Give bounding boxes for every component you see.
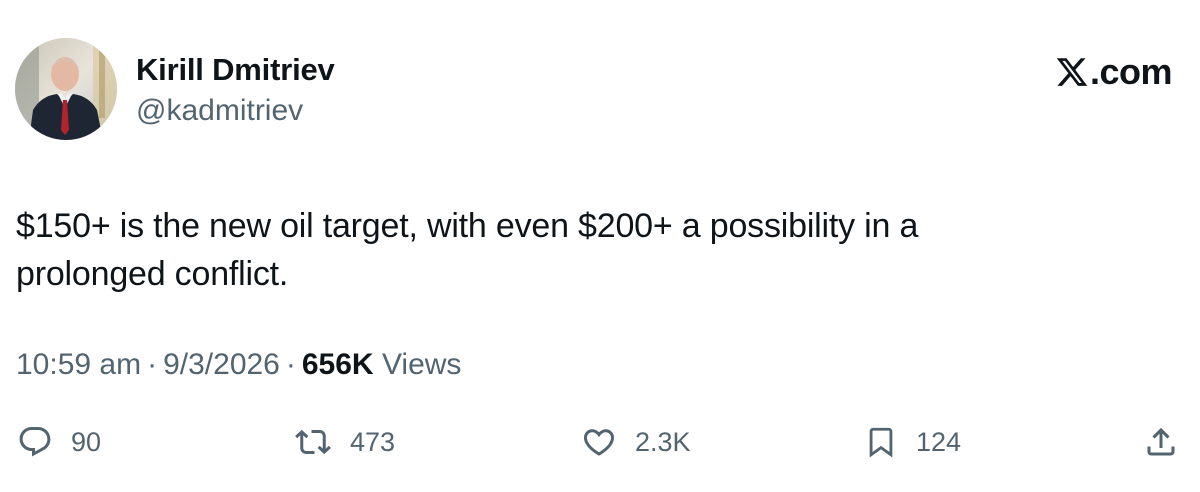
retweet-icon <box>294 424 332 460</box>
share-icon <box>1143 424 1179 460</box>
bookmark-button[interactable]: 124 <box>864 422 961 462</box>
tweet-card: Kirill Dmitriev @kadmitriev .com $150+ i… <box>0 0 1200 492</box>
retweet-count: 473 <box>350 426 396 457</box>
author-handle[interactable]: @kadmitriev <box>136 94 303 128</box>
tweet-time[interactable]: 10:59 am <box>16 348 141 381</box>
reply-count: 90 <box>71 426 102 457</box>
tweet-text: $150+ is the new oil target, with even $… <box>16 207 919 293</box>
tweet-date[interactable]: 9/3/2026 <box>163 348 280 381</box>
views-label: Views <box>381 348 462 381</box>
brand-text: .com <box>1089 51 1173 92</box>
bookmark-icon <box>864 424 898 460</box>
tweet-meta: 10:59 am · 9/3/2026 · 656K Views <box>16 348 461 382</box>
author-name[interactable]: Kirill Dmitriev <box>136 52 335 88</box>
avatar[interactable] <box>15 38 117 140</box>
views-count: 656K <box>301 348 374 381</box>
retweet-button[interactable]: 473 <box>294 422 395 462</box>
share-button[interactable] <box>1143 422 1179 462</box>
x-logo-icon <box>1055 55 1089 89</box>
brand-logo[interactable]: .com <box>1055 51 1173 92</box>
like-button[interactable]: 2.3K <box>581 422 691 462</box>
meta-separator: · <box>285 348 296 381</box>
reply-icon <box>17 424 53 460</box>
bookmark-count: 124 <box>916 426 962 457</box>
reply-button[interactable]: 90 <box>17 422 101 462</box>
like-count: 2.3K <box>635 426 691 457</box>
heart-icon <box>581 424 617 460</box>
meta-separator: · <box>147 348 158 381</box>
avatar-image <box>15 38 117 140</box>
